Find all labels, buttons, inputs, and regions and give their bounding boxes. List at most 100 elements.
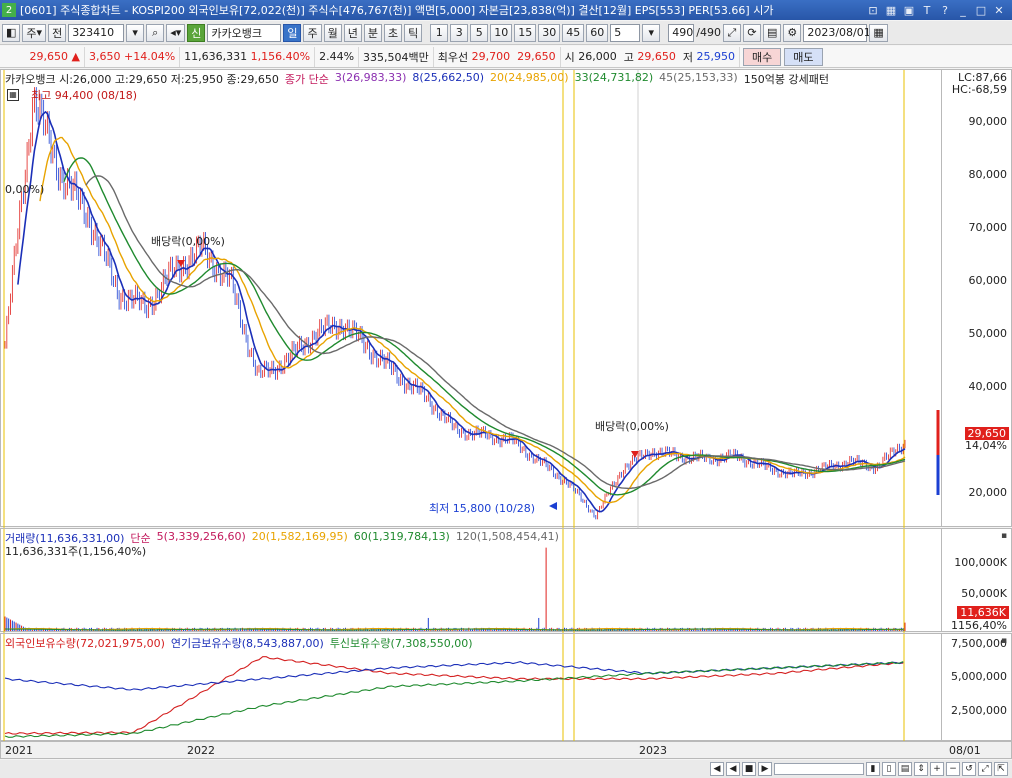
ma-8-line — [17, 110, 906, 513]
close-icon[interactable]: ▪ — [999, 531, 1009, 541]
pension-holding-label: 연기금보유수량(8,543,887,00) — [170, 637, 324, 650]
volume-pct: 1,156.40% — [250, 50, 311, 63]
volume-chart-panel[interactable]: 거래량(11,636,331,00) 단순 5(3,339,256,60) 20… — [0, 528, 1012, 633]
count-input[interactable]: 490 — [668, 23, 695, 42]
first-icon[interactable]: ◀ — [710, 762, 724, 776]
volume-ma-60: 60(1,319,784,13) — [353, 530, 450, 543]
period-week[interactable]: 주 — [303, 23, 322, 42]
period-second[interactable]: 초 — [383, 23, 403, 42]
code-dropdown-icon[interactable]: ▾ — [126, 23, 145, 42]
period-minute[interactable]: 분 — [363, 23, 382, 42]
period-tick[interactable]: 틱 — [404, 23, 423, 42]
date-input[interactable]: 2023/08/01 — [803, 23, 871, 42]
scale-icon[interactable]: ⇕ — [914, 762, 928, 776]
grid-icon[interactable]: ▦ — [884, 3, 898, 17]
turnover-pct: 2.44% — [315, 46, 360, 67]
layout-icon[interactable]: ◧ — [2, 23, 21, 42]
credit-button[interactable]: 신 — [187, 23, 206, 42]
next-icon[interactable]: ▶ — [758, 762, 772, 776]
price-tick-label: 50,000 — [968, 327, 1008, 341]
buy-button[interactable]: 매수 — [743, 47, 782, 66]
interval-3[interactable]: 3 — [450, 23, 469, 42]
settings-icon[interactable]: ⚙ — [783, 23, 802, 42]
interval-5[interactable]: 5 — [470, 23, 489, 42]
interval-30[interactable]: 30 — [538, 23, 561, 42]
volume-axis: 100,000K 50,000K 11,636K 1156,40% — [941, 529, 1011, 632]
period-day[interactable]: 일 — [283, 23, 302, 42]
stop-icon[interactable]: ■ — [742, 762, 756, 776]
reset-icon[interactable]: ↺ — [962, 762, 976, 776]
foreign-holding-label: 외국인보유수량(72,021,975,00) — [5, 637, 165, 650]
quote-bar: 29,650 ▲ 3,650 +14.04% 11,636,331 1,156.… — [0, 46, 1012, 68]
type-select[interactable]: 주 ▾ — [22, 23, 47, 42]
interval-input[interactable]: 5 — [610, 23, 641, 42]
maximize-icon[interactable]: □ — [974, 3, 988, 17]
crosshair-icon[interactable]: + — [930, 762, 944, 776]
calendar-icon[interactable]: ▦ — [869, 23, 888, 42]
price-chart-svg — [3, 70, 940, 528]
interval-1[interactable]: 1 — [430, 23, 449, 42]
close-icon[interactable]: ✕ — [992, 3, 1006, 17]
ohlc-label: 카카오뱅크 시:26,000 고:29,650 저:25,950 종:29,65… — [5, 73, 279, 86]
search-icon[interactable]: ⌕ — [146, 23, 165, 42]
interval-dropdown-icon[interactable]: ▾ — [642, 23, 661, 42]
dividend-annotation-2: 배당락(0,00%) — [595, 420, 669, 433]
interval-15[interactable]: 15 — [514, 23, 537, 42]
chart-type-icon[interactable]: ⤢ — [722, 23, 741, 42]
prev-icon[interactable]: ◀ — [726, 762, 740, 776]
pattern-label: 150억봉 강세패턴 — [743, 73, 829, 86]
trust-holding-label: 투신보유수량(7,308,550,00) — [329, 637, 473, 650]
refresh-icon[interactable]: ⟳ — [742, 23, 761, 42]
sound-icon[interactable]: ◂▾ — [166, 23, 186, 42]
ma-33-label: 33(24,731,82) — [574, 71, 654, 84]
period-year[interactable]: 년 — [343, 23, 362, 42]
zoom-out-icon[interactable]: ▯ — [882, 762, 896, 776]
prev-button[interactable]: 전 — [48, 23, 67, 42]
ma-45-line — [85, 175, 906, 490]
fit-icon[interactable]: ⤢ — [978, 762, 992, 776]
open-value: 26,000 — [578, 50, 617, 63]
low-value: 25,950 — [696, 50, 736, 63]
link-icon[interactable]: ⊡ — [866, 3, 880, 17]
help-icon[interactable]: ? — [938, 3, 952, 17]
price-tick-label: 20,000 — [968, 486, 1008, 500]
navigation-bar: ◀ ◀ ■ ▶ ▮ ▯ ▤ ⇕ + − ↺ ⤢ ⇱ — [0, 760, 1012, 778]
save-icon[interactable]: ▤ — [762, 23, 782, 42]
volume-value: 11,636,331 — [184, 50, 248, 63]
holding-legend: 외국인보유수량(72,021,975,00) 연기금보유수량(8,543,887… — [5, 635, 473, 651]
up-arrow-icon: ▲ — [68, 50, 80, 63]
price-tick-label: 90,000 — [968, 114, 1008, 128]
panel-menu-icon[interactable]: ▦ — [7, 89, 19, 101]
expand-icon[interactable]: ⇱ — [994, 762, 1008, 776]
font-icon[interactable]: T — [920, 3, 934, 17]
period-month[interactable]: 월 — [323, 23, 342, 42]
hc-label: HC:-68,59 — [951, 83, 1007, 96]
ma-label: 종가 단순 — [284, 73, 329, 86]
interval-10[interactable]: 10 — [490, 23, 513, 42]
sell-button[interactable]: 매도 — [784, 47, 823, 66]
volume-ma-20: 20(1,582,169,95) — [251, 530, 348, 543]
close-icon[interactable]: ▪ — [999, 636, 1009, 646]
date-axis: 2021 2022 2023 08/01 — [0, 741, 1012, 759]
volume-ma-5: 5(3,339,256,60) — [156, 530, 246, 543]
stock-code-input[interactable]: 323410 — [68, 23, 125, 42]
scroll-bar[interactable] — [774, 763, 864, 775]
price-tick-label: 40,000 — [968, 380, 1008, 394]
ma-20-label: 20(24,985,00) — [490, 71, 569, 84]
open-label: 시 — [564, 50, 575, 64]
price-chart-panel[interactable]: 카카오뱅크 시:26,000 고:29,650 저:25,950 종:29,65… — [0, 69, 1012, 528]
high-label: 고 — [623, 50, 634, 64]
volume-current-pct: 1156,40% — [951, 619, 1007, 632]
current-price: 29,650 — [29, 50, 69, 63]
interval-45[interactable]: 45 — [562, 23, 585, 42]
volume-tick-50k: 50,000K — [961, 587, 1007, 600]
print-icon[interactable]: ▣ — [902, 3, 916, 17]
low-label: 저 — [682, 50, 694, 64]
mode-icon[interactable]: ▤ — [898, 762, 912, 776]
zoom-in-icon[interactable]: ▮ — [866, 762, 880, 776]
interval-60[interactable]: 60 — [586, 23, 609, 42]
holding-chart-panel[interactable]: 외국인보유수량(72,021,975,00) 연기금보유수량(8,543,887… — [0, 633, 1012, 742]
minimize-icon[interactable]: _ — [956, 3, 970, 17]
minus-icon[interactable]: − — [946, 762, 960, 776]
title-bar: 2 [0601] 주식종합차트 - KOSPI200 외국인보유[72,022(… — [0, 0, 1012, 20]
